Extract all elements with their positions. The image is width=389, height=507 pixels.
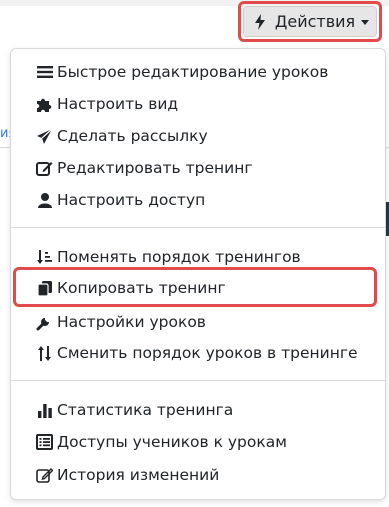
- menu-item-lesson-settings[interactable]: Настройки уроков: [11, 307, 385, 337]
- menu-item-label: Сделать рассылку: [57, 127, 208, 145]
- menu-item-label: Настроить доступ: [57, 191, 206, 209]
- menu-item-make-mailing[interactable]: Сделать рассылку: [11, 121, 385, 151]
- menu-item-training-statistics[interactable]: Статистика тренинга: [11, 395, 385, 425]
- swap-vertical-icon: [35, 344, 54, 362]
- puzzle-icon: [35, 95, 54, 113]
- list-icon: [35, 63, 54, 81]
- table-list-icon: [35, 433, 54, 451]
- menu-item-label: Статистика тренинга: [57, 401, 234, 419]
- menu-item-label: Редактировать тренинг: [57, 159, 253, 177]
- menu-item-change-history[interactable]: История изменений: [11, 460, 385, 490]
- copy-icon: [35, 279, 54, 297]
- sort-icon: [35, 248, 54, 266]
- edit-icon: [35, 159, 54, 177]
- menu-item-label: Поменять порядок тренингов: [57, 248, 301, 266]
- menu-item-student-lesson-access[interactable]: Доступы учеников к урокам: [11, 427, 385, 457]
- menu-item-edit-training[interactable]: Редактировать тренинг: [11, 153, 385, 183]
- caret-down-icon: [361, 20, 370, 25]
- menu-item-configure-view[interactable]: Настроить вид: [11, 89, 385, 119]
- menu-item-label: Настройки уроков: [57, 313, 206, 331]
- menu-item-label: Сменить порядок уроков в тренинге: [57, 344, 358, 362]
- send-icon: [35, 127, 54, 145]
- bolt-icon: [251, 13, 270, 31]
- menu-item-label: Доступы учеников к урокам: [57, 433, 287, 451]
- menu-item-label: Копировать тренинг: [57, 279, 226, 297]
- bar-chart-icon: [35, 401, 54, 419]
- menu-divider: [11, 380, 385, 381]
- actions-dropdown-menu: Быстрое редактирование уроков Настроить …: [10, 48, 386, 500]
- menu-item-label: Настроить вид: [57, 95, 179, 113]
- wrench-icon: [35, 313, 54, 331]
- menu-item-reorder-trainings[interactable]: Поменять порядок тренингов: [11, 242, 385, 272]
- menu-item-label: История изменений: [57, 466, 220, 484]
- edit-icon: [35, 466, 54, 484]
- menu-item-configure-access[interactable]: Настроить доступ: [11, 185, 385, 215]
- menu-item-label: Быстрое редактирование уроков: [57, 63, 329, 81]
- menu-item-change-lesson-order[interactable]: Сменить порядок уроков в тренинге: [11, 338, 385, 368]
- menu-divider: [11, 227, 385, 228]
- menu-item-copy-training[interactable]: Копировать тренинг: [11, 273, 385, 303]
- menu-item-quick-edit-lessons[interactable]: Быстрое редактирование уроков: [11, 57, 385, 87]
- actions-button-label: Действия: [274, 12, 356, 31]
- actions-dropdown-button[interactable]: Действия: [243, 6, 377, 37]
- user-icon: [35, 191, 54, 209]
